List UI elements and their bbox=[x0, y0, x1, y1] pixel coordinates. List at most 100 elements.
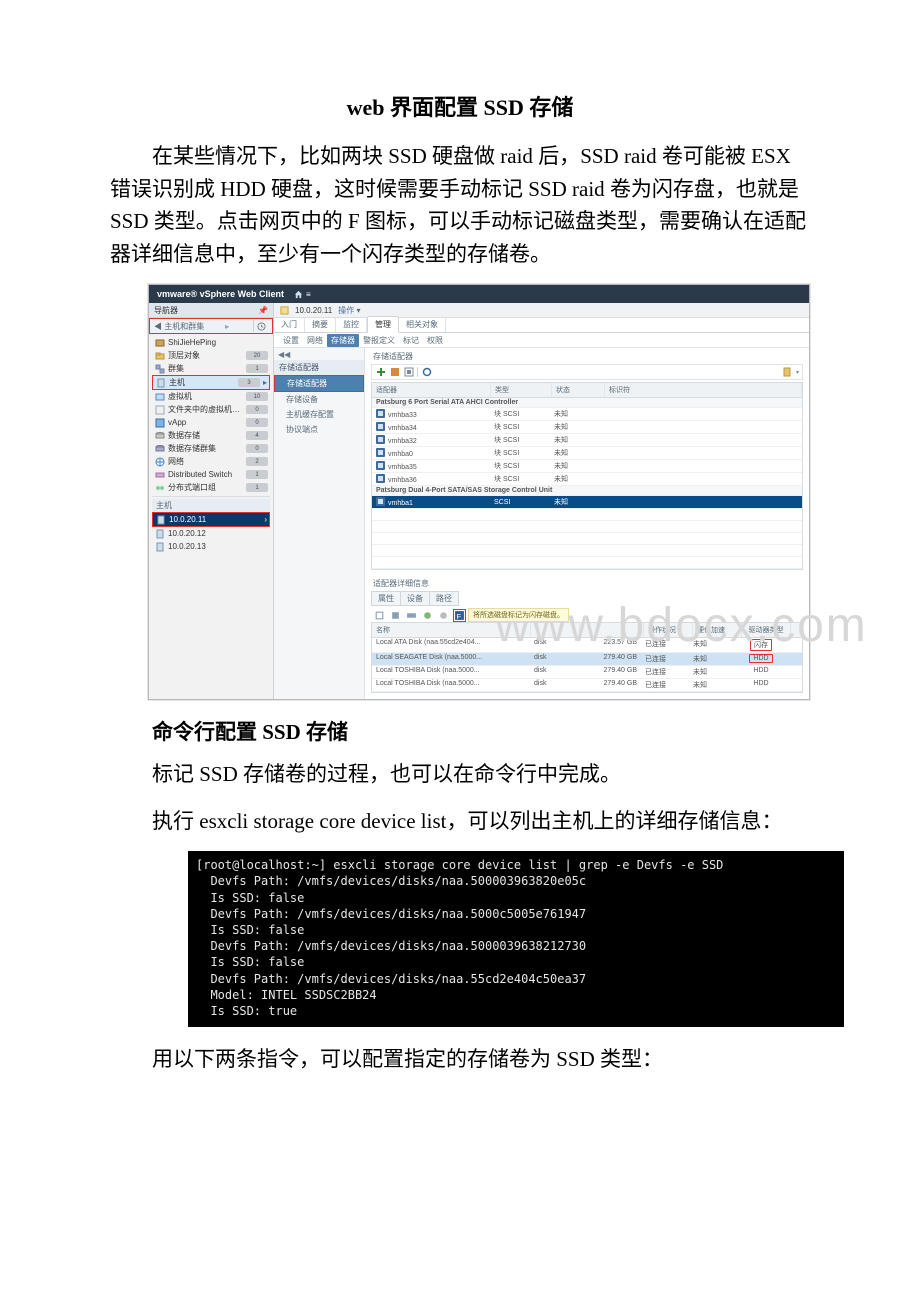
subtab-0[interactable]: 设置 bbox=[279, 334, 303, 347]
left2-item-1[interactable]: 存储设备 bbox=[274, 392, 364, 407]
count-badge: 0 bbox=[246, 418, 268, 427]
adapter-row[interactable]: vmhba0块 SCSI未知 bbox=[372, 447, 802, 460]
host-item[interactable]: 10.0.20.11› bbox=[152, 512, 270, 527]
dcol-size[interactable] bbox=[580, 623, 644, 637]
nav-item-vm[interactable]: 虚拟机10 bbox=[152, 390, 270, 403]
nav-item-host[interactable]: 主机3▸ bbox=[152, 375, 270, 390]
collapse-handle[interactable]: ◀◀ bbox=[274, 348, 364, 360]
nav-item-dscluster[interactable]: 数据存储群集0 bbox=[152, 442, 270, 455]
left2-title: 存储适配器 bbox=[274, 360, 364, 375]
nav-item-vapp[interactable]: vApp0 bbox=[152, 416, 270, 429]
storage-left-panel: ◀◀ 存储适配器 存储适配器存储设备主机缓存配置协议端点 bbox=[274, 348, 365, 699]
details-tabs: 属性 设备 路径 bbox=[371, 591, 803, 606]
rescan-adapter-icon[interactable] bbox=[403, 367, 414, 378]
doc-title: web 界面配置 SSD 存储 bbox=[110, 90, 810, 122]
detail-tab-devices[interactable]: 设备 bbox=[401, 591, 430, 606]
col-adapter[interactable]: 适配器 bbox=[372, 383, 491, 397]
left2-item-0[interactable]: 存储适配器 bbox=[274, 375, 364, 392]
host-item[interactable]: 10.0.20.12 bbox=[152, 527, 270, 540]
device-row[interactable]: Local SEAGATE Disk (naa.5000...disk279.4… bbox=[372, 653, 802, 666]
adapters-title: 存储适配器 bbox=[373, 351, 803, 362]
tooltip: 将所选磁盘标记为闪存磁盘。 bbox=[468, 608, 569, 622]
left2-item-3[interactable]: 协议端点 bbox=[274, 422, 364, 437]
adapter-icon bbox=[376, 422, 385, 431]
dcol-acc[interactable]: 硬件加速 bbox=[693, 623, 742, 637]
nav-item-network[interactable]: 网络2 bbox=[152, 455, 270, 468]
subtab-2[interactable]: 存储器 bbox=[327, 334, 359, 347]
detail-tab-properties[interactable]: 属性 bbox=[371, 591, 401, 606]
dcol-name[interactable]: 名称 bbox=[372, 623, 531, 637]
host-icon bbox=[154, 542, 165, 552]
pin-icon[interactable]: 📌 bbox=[258, 306, 268, 315]
col-type[interactable]: 类型 bbox=[491, 383, 552, 397]
sub-tabs: 设置网络存储器警报定义标记权限 bbox=[274, 333, 809, 348]
portgroup-icon bbox=[154, 483, 165, 493]
subtab-4[interactable]: 标记 bbox=[399, 334, 423, 347]
add-icon[interactable] bbox=[375, 367, 386, 378]
nav-item-datastore[interactable]: 数据存储4 bbox=[152, 429, 270, 442]
adapter-row[interactable]: vmhba33块 SCSI未知 bbox=[372, 408, 802, 421]
tab-2[interactable]: 监控 bbox=[336, 317, 367, 332]
col-id[interactable]: 标识符 bbox=[605, 383, 802, 397]
tab-1[interactable]: 摘要 bbox=[305, 317, 336, 332]
count-badge: 2 bbox=[246, 457, 268, 466]
count-badge: 1 bbox=[246, 470, 268, 479]
device-row[interactable]: Local ATA Disk (naa.55cd2e404...disk223.… bbox=[372, 638, 802, 653]
details-title: 适配器详细信息 bbox=[373, 578, 803, 589]
detail-tab-paths[interactable]: 路径 bbox=[430, 591, 459, 606]
export-icon[interactable] bbox=[782, 367, 793, 378]
adapter-row[interactable]: vmhba1SCSI未知 bbox=[372, 496, 802, 509]
nav-item-template[interactable]: 文件夹中的虚拟机模板0 bbox=[152, 403, 270, 416]
left2-item-2[interactable]: 主机缓存配置 bbox=[274, 407, 364, 422]
adapter-group: Patsburg Dual 4-Port SATA/SAS Storage Co… bbox=[372, 486, 802, 496]
nav-item-dvs[interactable]: Distributed Switch1 bbox=[152, 468, 270, 481]
dcol-type[interactable] bbox=[531, 623, 580, 637]
actions-menu[interactable]: 操作 ▾ bbox=[338, 305, 360, 316]
adapter-row[interactable]: vmhba32块 SCSI未知 bbox=[372, 434, 802, 447]
vapp-icon bbox=[154, 418, 165, 428]
rescan-all-icon[interactable] bbox=[389, 367, 400, 378]
clock-icon bbox=[257, 322, 266, 331]
terminal-output: [root@localhost:~] esxcli storage core d… bbox=[188, 851, 844, 1027]
breadcrumb: 10.0.20.11 操作 ▾ bbox=[274, 303, 809, 318]
refresh-icon[interactable] bbox=[421, 367, 432, 378]
template-icon bbox=[154, 405, 165, 415]
turn-on-led-icon[interactable] bbox=[421, 609, 434, 622]
device-row[interactable]: Local TOSHIBA Disk (naa.5000...disk279.4… bbox=[372, 679, 802, 692]
history-button[interactable] bbox=[253, 320, 268, 332]
nav-root[interactable]: ShiJieHePing bbox=[152, 336, 270, 349]
network-icon bbox=[154, 457, 165, 467]
dcol-dtype[interactable]: 驱动器类型 bbox=[742, 623, 791, 637]
tab-3[interactable]: 管理 bbox=[367, 316, 399, 333]
detach-icon[interactable] bbox=[389, 609, 402, 622]
attach-icon[interactable] bbox=[373, 609, 386, 622]
col-status[interactable]: 状态 bbox=[552, 383, 605, 397]
tab-4[interactable]: 相关对象 bbox=[399, 317, 446, 332]
vm-icon bbox=[154, 392, 165, 402]
nav-item-folder[interactable]: 顶层对象20 bbox=[152, 349, 270, 362]
adapters-table: 适配器 类型 状态 标识符 Patsburg 6 Port Serial ATA… bbox=[371, 382, 803, 570]
subtab-5[interactable]: 权限 bbox=[423, 334, 447, 347]
adapter-group: Patsburg 6 Port Serial ATA AHCI Controll… bbox=[372, 398, 802, 408]
home-icon bbox=[294, 290, 303, 299]
adapter-row[interactable]: vmhba36块 SCSI未知 bbox=[372, 473, 802, 486]
nav-back-row[interactable]: ◀ 主机和群集 ▸ bbox=[149, 318, 273, 334]
storage-right-panel: 存储适配器 ▾ 适配器 bbox=[365, 348, 809, 699]
breadcrumb-host: 10.0.20.11 bbox=[295, 306, 332, 315]
adapter-icon bbox=[376, 409, 385, 418]
subtab-3[interactable]: 警报定义 bbox=[359, 334, 399, 347]
home-button[interactable]: ≡ bbox=[294, 290, 311, 299]
turn-off-led-icon[interactable] bbox=[437, 609, 450, 622]
adapter-row[interactable]: vmhba35块 SCSI未知 bbox=[372, 460, 802, 473]
mark-as-flash-icon[interactable]: F 将所选磁盘标记为闪存磁盘。 bbox=[453, 609, 466, 622]
device-row[interactable]: Local TOSHIBA Disk (naa.5000...disk279.4… bbox=[372, 666, 802, 679]
dcol-op[interactable]: 操作状况 bbox=[644, 623, 693, 637]
rename-icon[interactable] bbox=[405, 609, 418, 622]
count-badge: 20 bbox=[246, 351, 268, 360]
host-item[interactable]: 10.0.20.13 bbox=[152, 540, 270, 553]
subtab-1[interactable]: 网络 bbox=[303, 334, 327, 347]
nav-item-cluster[interactable]: 群集1 bbox=[152, 362, 270, 375]
nav-item-portgroup[interactable]: 分布式端口组1 bbox=[152, 481, 270, 494]
tab-0[interactable]: 入门 bbox=[274, 317, 305, 332]
adapter-row[interactable]: vmhba34块 SCSI未知 bbox=[372, 421, 802, 434]
